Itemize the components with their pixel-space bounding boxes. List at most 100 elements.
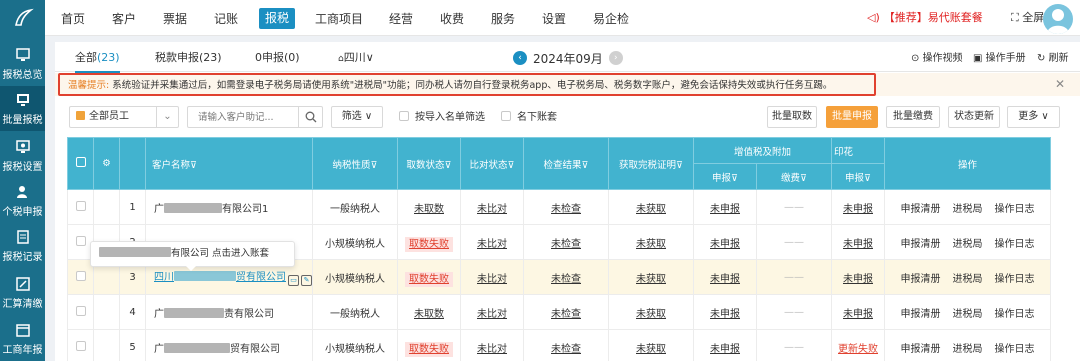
check-result-link[interactable]: 未检查 [551,204,581,215]
compare-status-link[interactable]: 未比对 [477,309,507,320]
operation-log-link[interactable]: 操作日志 [995,200,1035,215]
staff-select[interactable]: 全部员工 ⌄ [69,106,179,128]
cert-link[interactable]: 未获取 [636,239,666,250]
fetch-status-link[interactable]: 未取数 [414,309,444,320]
stamp-declare-link[interactable]: 未申报 [843,274,873,285]
vat-declare-link[interactable]: 未申报 [710,344,740,355]
video-link[interactable]: ⊙ 操作视频 [911,51,963,67]
search-button[interactable] [298,107,322,127]
stamp-declare-link[interactable]: 未申报 [843,239,873,250]
header-vat-declare[interactable]: 申报⊽ [693,163,757,190]
stamp-declare-link[interactable]: 未申报 [843,204,873,215]
row-checkbox[interactable] [75,235,86,246]
manual-link[interactable]: ▣ 操作手册 [973,51,1026,67]
compare-status-link[interactable]: 未比对 [477,344,507,355]
promo-link[interactable]: ◁) 【推荐】易代账套餐 [867,10,983,26]
cert-link[interactable]: 未获取 [636,204,666,215]
nav-home[interactable]: 首页 [61,9,85,29]
header-vat-pay[interactable]: 缴费⊽ [756,163,832,190]
customer-name[interactable]: 广 责有限公司 [145,294,313,330]
avatar[interactable] [1043,4,1073,34]
check-result-link[interactable]: 未检查 [551,309,581,320]
nav-fees[interactable]: 收费 [440,9,464,29]
prev-period-button[interactable]: ‹ [513,51,527,65]
nav-customers[interactable]: 客户 [112,9,136,29]
compare-status-link[interactable]: 未比对 [477,274,507,285]
table-row[interactable]: 5 广贸有限公司 小规模纳税人 取数失败 未比对 未检查 未获取 未申报 —— … [67,329,1051,361]
row-checkbox[interactable] [75,305,86,316]
app-logo[interactable] [0,0,45,36]
enter-tax-bureau-link[interactable]: 进税局 [953,235,983,250]
operation-log-link[interactable]: 操作日志 [995,235,1035,250]
batch-declare-button[interactable]: 批量申报 [826,106,878,128]
next-period-button[interactable]: › [608,51,623,65]
checkbox[interactable] [399,111,409,121]
table-row[interactable]: 4 广 责有限公司 一般纳税人 未取数 未比对 未检查 未获取 未申报 —— 未申… [67,294,1051,330]
sidebar-item-batch-tax[interactable]: 批量报税 [0,86,45,131]
declare-list-link[interactable]: 申报清册 [901,235,941,250]
filter-icon[interactable]: ⊽ [676,160,683,171]
vat-declare-link[interactable]: 未申报 [710,204,740,215]
filter-icon[interactable]: ⊽ [864,173,871,184]
compare-status-link[interactable]: 未比对 [477,239,507,250]
nav-bookkeeping[interactable]: 记账 [214,9,238,29]
filter-icon[interactable]: ⊽ [582,160,589,171]
vat-declare-link[interactable]: 未申报 [710,239,740,250]
nav-yiqijian[interactable]: 易企检 [593,9,629,29]
check-result-link[interactable]: 未检查 [551,274,581,285]
vat-declare-link[interactable]: 未申报 [710,274,740,285]
checkbox[interactable] [501,111,511,121]
filter-icon[interactable]: ⊽ [800,173,807,184]
row-checkbox[interactable] [75,270,86,281]
import-filter-checkbox[interactable]: 按导入名单筛选 [399,111,485,124]
refresh-link[interactable]: ↻ 刷新 [1037,51,1069,67]
edit-icon[interactable]: ✎ [301,275,312,286]
status-update-button[interactable]: 状态更新 [948,106,1000,128]
check-result-link[interactable]: 未检查 [551,239,581,250]
sidebar-item-person-tax[interactable]: 个税申报 [0,178,45,223]
fetch-status-link[interactable]: 取数失败 [405,271,453,287]
nav-services[interactable]: 服务 [491,9,515,29]
sidebar-item-settings[interactable]: 报税设置 [0,133,45,178]
sidebar-item-record[interactable]: 报税记录 [0,223,45,268]
close-icon[interactable]: ✕ [1055,77,1065,91]
below-books-checkbox[interactable]: 名下账套 [501,111,557,124]
row-checkbox[interactable] [75,200,86,211]
batch-pay-button[interactable]: 批量缴费 [886,106,940,128]
fetch-status-link[interactable]: 未取数 [414,204,444,215]
copy-icon[interactable]: ▭ [288,275,299,286]
enter-tax-bureau-link[interactable]: 进税局 [953,305,983,320]
row-checkbox[interactable] [75,340,86,351]
header-stamp-declare[interactable]: 申报⊽ [831,163,885,190]
check-result-link[interactable]: 未检查 [551,344,581,355]
enter-tax-bureau-link[interactable]: 进税局 [953,270,983,285]
fullscreen-button[interactable]: ⛶ 全屏 [1011,10,1044,26]
declare-list-link[interactable]: 申报清册 [901,270,941,285]
header-check[interactable]: 检查结果⊽ [523,137,609,190]
nav-tax[interactable]: 报税 [259,8,296,29]
search-input[interactable] [188,107,296,127]
cert-link[interactable]: 未获取 [636,344,666,355]
settings-column-cell[interactable]: ⚙ [93,137,120,190]
nav-settings[interactable]: 设置 [542,9,566,29]
tab-tax-declare[interactable]: 税款申报(23) [155,50,222,66]
select-all-cell[interactable] [67,137,94,190]
enter-tax-bureau-link[interactable]: 进税局 [953,340,983,355]
header-compare[interactable]: 比对状态⊽ [460,137,524,190]
more-button[interactable]: 更多 ∨ [1007,106,1060,128]
sidebar-item-annual-report[interactable]: 工商年报 [0,316,45,361]
nav-operations[interactable]: 经营 [389,9,413,29]
stamp-declare-link[interactable]: 更新失败 [838,344,878,355]
fetch-status-link[interactable]: 取数失败 [405,236,453,252]
operation-log-link[interactable]: 操作日志 [995,305,1035,320]
table-row[interactable]: 1 广 有限公司1 一般纳税人 未取数 未比对 未检查 未获取 未申报 —— 未申… [67,189,1051,225]
stamp-declare-link[interactable]: 未申报 [843,309,873,320]
enter-tax-bureau-link[interactable]: 进税局 [953,200,983,215]
customer-name[interactable]: 广 贸有限公司 [145,329,313,361]
header-fetch[interactable]: 取数状态⊽ [397,137,461,190]
compare-status-link[interactable]: 未比对 [477,204,507,215]
filter-icon[interactable]: ⊽ [731,173,738,184]
gear-icon[interactable]: ⚙ [102,158,111,169]
cert-link[interactable]: 未获取 [636,274,666,285]
header-nature[interactable]: 纳税性质⊽ [312,137,398,190]
